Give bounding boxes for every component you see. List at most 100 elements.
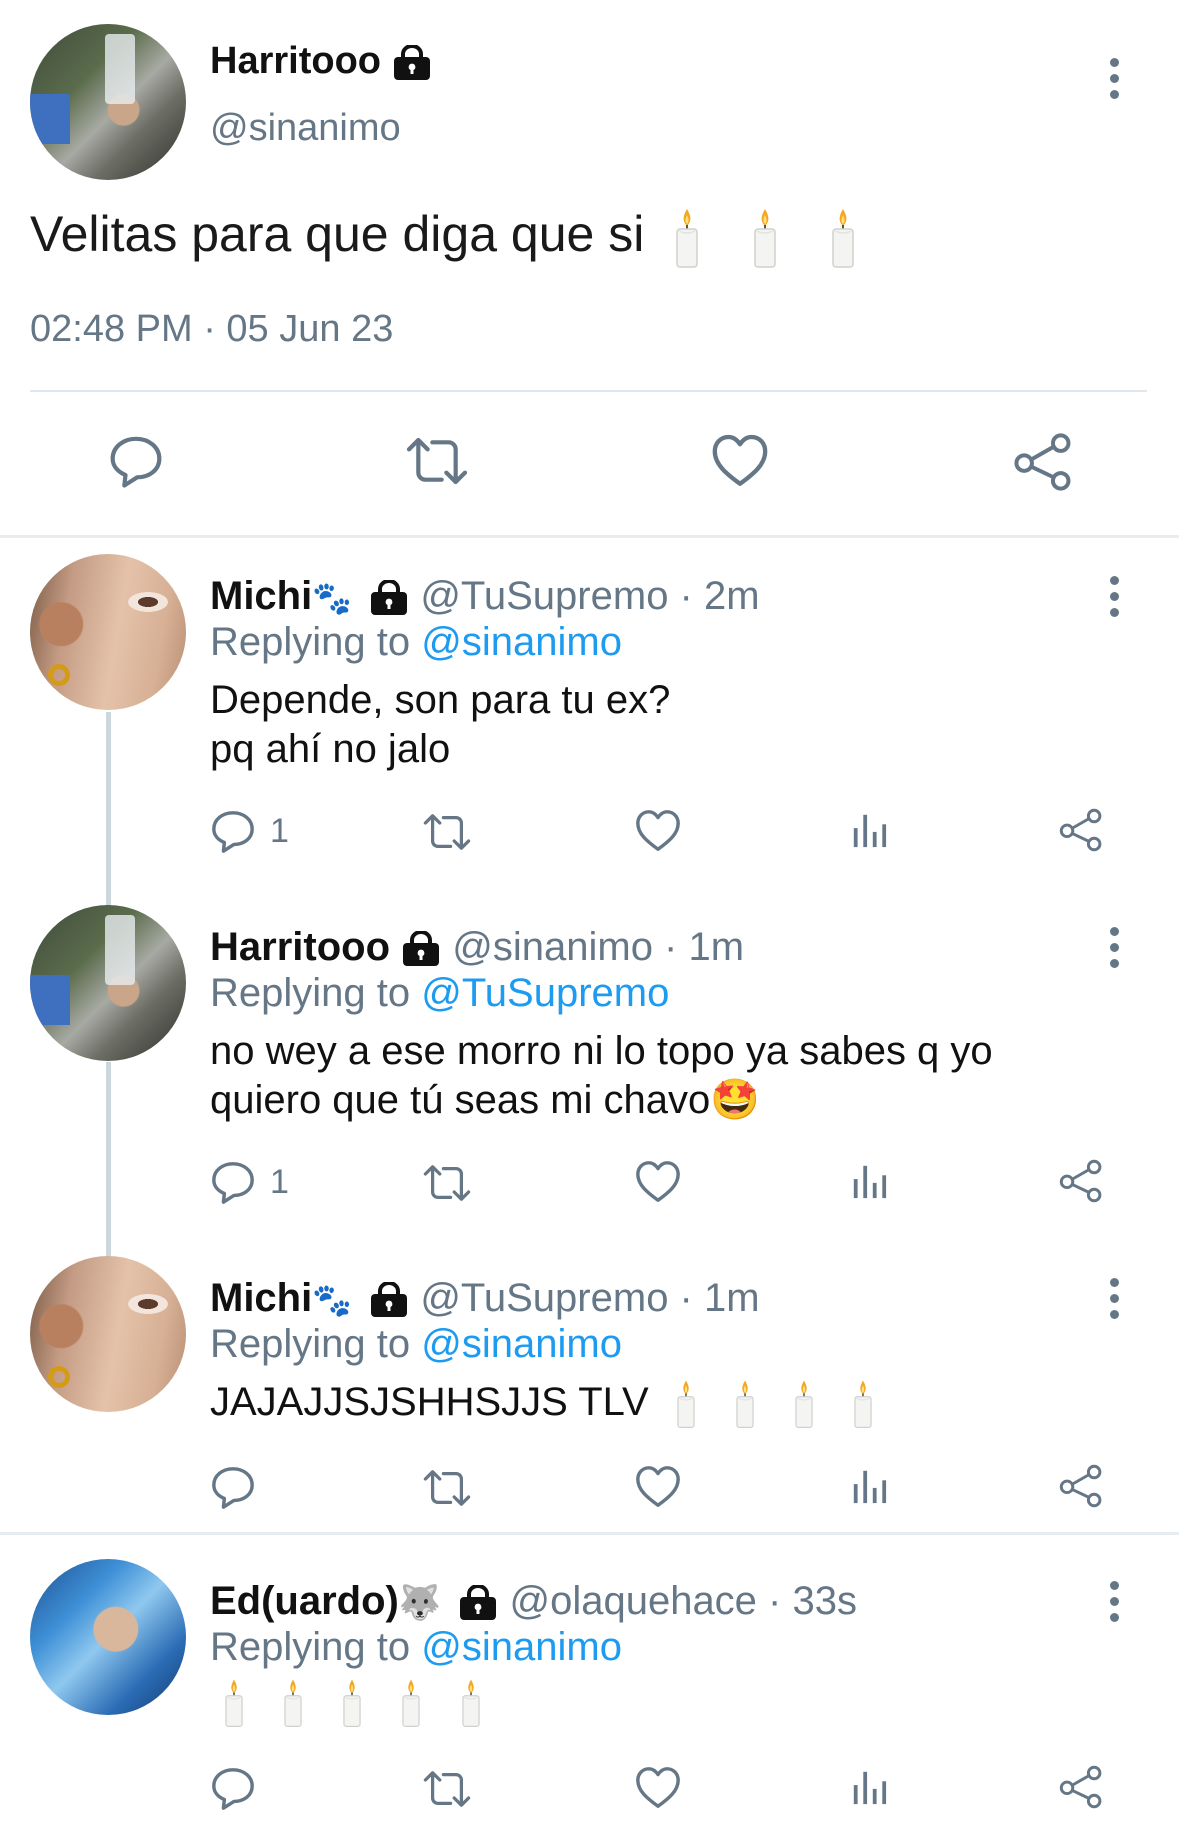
star-struck-emoji: 🤩 <box>710 1078 761 1122</box>
tweet-text-line: pq ahí no jalo <box>210 727 451 771</box>
heart-icon[interactable] <box>634 1765 682 1811</box>
tweet-text <box>222 1677 483 1728</box>
retweet-icon[interactable] <box>420 1161 474 1205</box>
reply-icon[interactable] <box>210 1765 256 1811</box>
share-icon[interactable] <box>1012 433 1074 491</box>
avatar[interactable] <box>30 1256 186 1412</box>
paw-emoji: 🐾 <box>312 1282 353 1318</box>
views-icon[interactable] <box>850 1466 888 1506</box>
retweet-icon[interactable] <box>402 433 472 489</box>
author-name-line: Harritooo @sinanimo · 1m <box>210 925 744 970</box>
replying-to-label: Replying to <box>210 620 411 664</box>
replying-to-mention[interactable]: @sinanimo <box>421 620 622 664</box>
wolf-emoji: 🐺 <box>398 1584 442 1622</box>
candle-emoji <box>281 1678 305 1728</box>
avatar[interactable] <box>30 554 186 710</box>
author-name-line[interactable]: Harritooo <box>210 40 432 83</box>
replying-to-mention[interactable]: @sinanimo <box>421 1625 622 1669</box>
candle-emoji <box>340 1678 364 1728</box>
separator-dot: · <box>756 1579 793 1623</box>
reply-tweet[interactable]: Harritooo @sinanimo · 1m Replying to @Tu… <box>0 905 1179 1235</box>
display-name[interactable]: Michi <box>210 574 312 618</box>
candle-emoji <box>750 207 780 269</box>
tweet-text-line-wrap: quiero que tú seas mi chavo🤩 <box>210 1076 993 1125</box>
author-name-line: Michi🐾 @TuSupremo · 1m <box>210 1276 760 1321</box>
share-icon[interactable] <box>1058 1765 1104 1809</box>
reply-icon[interactable] <box>108 433 164 489</box>
avatar[interactable] <box>30 905 186 1061</box>
replying-to-mention[interactable]: @sinanimo <box>421 1322 622 1366</box>
author-handle[interactable]: @TuSupremo <box>420 1276 668 1320</box>
display-name[interactable]: Harritooo <box>210 925 390 969</box>
candle-emoji-group <box>222 1679 483 1723</box>
display-name[interactable]: Ed(uardo) <box>210 1579 399 1623</box>
reply-icon[interactable] <box>210 1159 256 1205</box>
share-icon[interactable] <box>1058 808 1104 852</box>
replying-to-label: Replying to <box>210 1322 411 1366</box>
tweet-text-line: no wey a ese morro ni lo topo ya sabes q… <box>210 1029 993 1073</box>
heart-icon[interactable] <box>634 1464 682 1510</box>
reply-icon[interactable] <box>210 1464 256 1510</box>
reply-icon[interactable] <box>210 808 256 854</box>
main-tweet: Harritooo @sinanimo Velitas para que dig… <box>0 0 1179 537</box>
tweet-text-line: JAJAJJSJSHHSJJS TLV <box>210 1380 649 1424</box>
display-name[interactable]: Michi <box>210 1276 312 1320</box>
candle-emoji <box>672 207 702 269</box>
separator-dot: · <box>668 574 704 618</box>
heart-icon[interactable] <box>634 808 682 854</box>
candle-emoji <box>399 1678 423 1728</box>
replying-to: Replying to @sinanimo <box>210 1322 622 1367</box>
author-handle[interactable]: @TuSupremo <box>420 574 668 618</box>
candle-emoji <box>222 1678 246 1728</box>
heart-icon[interactable] <box>634 1159 682 1205</box>
replying-to: Replying to @sinanimo <box>210 620 622 665</box>
retweet-icon[interactable] <box>420 1466 474 1510</box>
avatar[interactable] <box>30 24 186 180</box>
author-handle[interactable]: @sinanimo <box>452 925 653 969</box>
reply-tweet[interactable]: Michi🐾 @TuSupremo · 2m Replying to @sina… <box>0 554 1179 864</box>
divider <box>30 390 1147 392</box>
more-vertical-icon[interactable] <box>1110 1581 1120 1629</box>
lock-icon <box>369 1282 409 1318</box>
more-vertical-icon[interactable] <box>1110 58 1120 106</box>
more-vertical-icon[interactable] <box>1110 576 1120 624</box>
author-handle[interactable]: @sinanimo <box>210 107 401 150</box>
reply-tweet[interactable]: Michi🐾 @TuSupremo · 1m Replying to @sina… <box>0 1256 1179 1526</box>
section-divider <box>0 1532 1179 1535</box>
separator-dot: · <box>668 1276 704 1320</box>
display-name[interactable]: Harritooo <box>210 40 381 82</box>
heart-icon[interactable] <box>710 433 770 489</box>
tweet-age: 1m <box>703 1276 760 1320</box>
candle-emoji <box>674 1379 698 1429</box>
paw-emoji: 🐾 <box>312 580 353 616</box>
lock-icon <box>369 580 409 616</box>
more-vertical-icon[interactable] <box>1110 927 1120 975</box>
candle-emoji-group <box>672 206 858 262</box>
share-icon[interactable] <box>1058 1159 1104 1203</box>
candle-emoji <box>792 1379 816 1429</box>
replying-to-mention[interactable]: @TuSupremo <box>421 971 669 1015</box>
replying-to-label: Replying to <box>210 971 411 1015</box>
tweet-age: 2m <box>703 574 760 618</box>
candle-emoji <box>459 1678 483 1728</box>
more-vertical-icon[interactable] <box>1110 1278 1120 1326</box>
tweet-age: 1m <box>688 925 745 969</box>
views-icon[interactable] <box>850 1161 888 1201</box>
reply-tweet[interactable]: Ed(uardo)🐺 @olaquehace · 33s Replying to… <box>0 1559 1179 1839</box>
tweet-text: JAJAJJSJSHHSJJS TLV <box>210 1378 875 1429</box>
candle-emoji <box>828 207 858 269</box>
avatar[interactable] <box>30 1559 186 1715</box>
tweet-age: 33s <box>792 1579 857 1623</box>
retweet-icon[interactable] <box>420 810 474 854</box>
share-icon[interactable] <box>1058 1464 1104 1508</box>
reply-count: 1 <box>270 1163 289 1201</box>
replying-to-label: Replying to <box>210 1625 411 1669</box>
author-handle[interactable]: @olaquehace <box>509 1579 756 1623</box>
views-icon[interactable] <box>850 1767 888 1807</box>
author-name-line: Ed(uardo)🐺 @olaquehace · 33s <box>210 1579 857 1624</box>
retweet-icon[interactable] <box>420 1767 474 1811</box>
candle-emoji-group <box>674 1380 875 1424</box>
views-icon[interactable] <box>850 810 888 850</box>
tweet-text: no wey a ese morro ni lo topo ya sabes q… <box>210 1027 993 1125</box>
tweet-timestamp: 02:48 PM · 05 Jun 23 <box>30 308 394 350</box>
